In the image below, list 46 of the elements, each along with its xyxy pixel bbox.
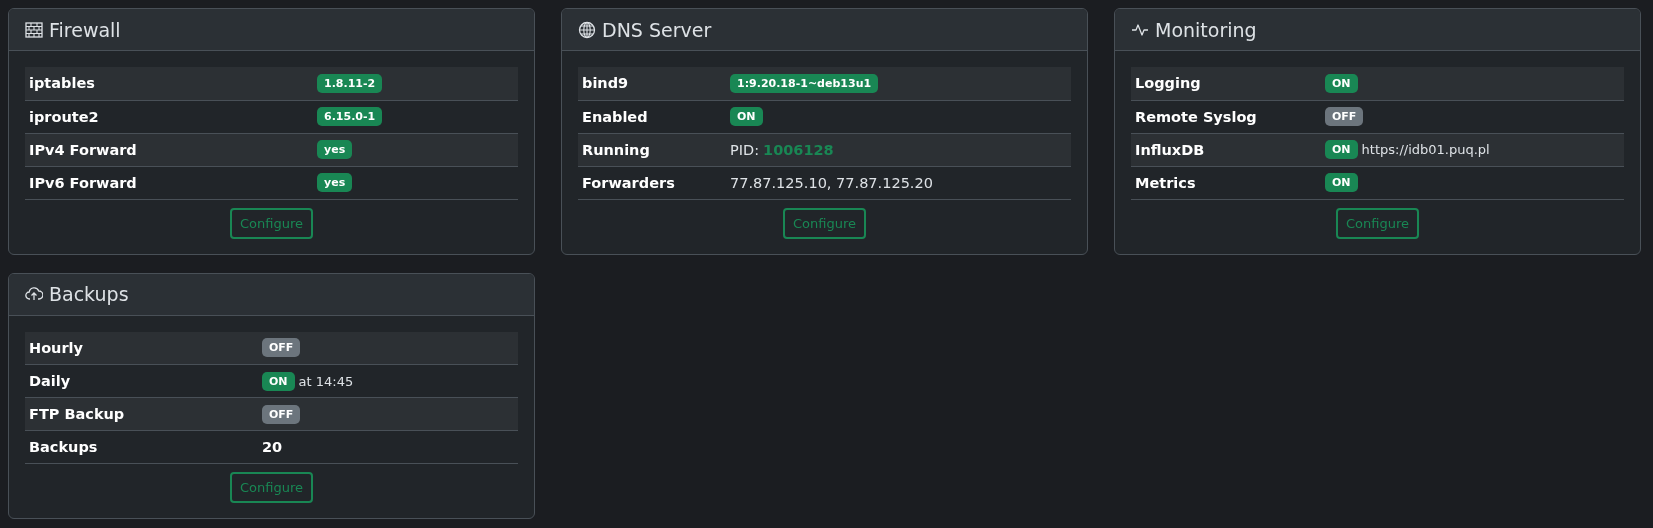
globe-icon: [578, 20, 596, 39]
row-label: InfluxDB: [1131, 133, 1321, 166]
row-label: IPv4 Forward: [25, 133, 313, 166]
card-title: Firewall: [49, 18, 121, 41]
row-label: Running: [578, 133, 726, 166]
row-label: Logging: [1131, 67, 1321, 100]
status-badge: 1:9.20.18-1~deb13u1: [730, 73, 879, 93]
row-label: Backups: [25, 430, 258, 464]
pid-value: 1006128: [763, 141, 834, 158]
status-badge: 1.8.11-2: [317, 73, 383, 93]
status-badge: ON: [730, 107, 763, 126]
card-title: DNS Server: [602, 18, 712, 41]
status-badge: OFF: [262, 338, 301, 358]
count-value: 20: [262, 439, 283, 455]
wall-icon: [25, 20, 43, 39]
cloud-upload-icon: [25, 285, 43, 303]
card-title: Monitoring: [1155, 18, 1257, 41]
status-badge: OFF: [1325, 107, 1364, 126]
row-label: Forwarders: [578, 166, 726, 199]
status-badge: ON: [1325, 173, 1358, 192]
status-badge: yes: [317, 173, 353, 192]
configure-button[interactable]: Configure: [230, 207, 313, 239]
row-label: iptables: [25, 67, 313, 100]
value-text: 77.87.125.10, 77.87.125.20: [730, 174, 933, 191]
row-label: Daily: [25, 364, 258, 398]
row-label: Enabled: [578, 100, 726, 133]
status-badge: ON: [1325, 73, 1358, 93]
configure-button[interactable]: Configure: [783, 207, 866, 239]
status-badge: ON: [262, 371, 295, 391]
status-badge: OFF: [262, 404, 301, 424]
row-label: Remote Syslog: [1131, 100, 1321, 133]
row-label: bind9: [578, 67, 726, 100]
configure-button[interactable]: Configure: [1336, 207, 1419, 239]
status-badge: yes: [317, 140, 353, 159]
value-text: https://idb01.puq.pl: [1361, 142, 1490, 157]
row-label: IPv6 Forward: [25, 166, 313, 199]
row-label: iproute2: [25, 100, 313, 133]
card-title: Backups: [49, 283, 129, 305]
status-badge: 6.15.0-1: [317, 107, 383, 126]
value-text: at 14:45: [298, 373, 354, 389]
row-label: FTP Backup: [25, 397, 258, 431]
row-label: Hourly: [25, 331, 258, 365]
status-badge: ON: [1325, 140, 1358, 159]
configure-button[interactable]: Configure: [230, 472, 313, 503]
row-label: Metrics: [1131, 166, 1321, 199]
value-text: PID:: [730, 141, 760, 158]
